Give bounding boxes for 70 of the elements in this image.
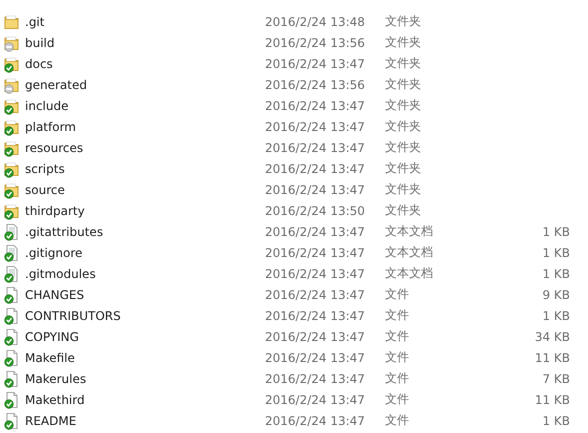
file-type: 文件夹 bbox=[385, 160, 422, 177]
modified-date: 2016/2/24 13:47 bbox=[265, 140, 366, 154]
file-type: 文件夹 bbox=[385, 118, 422, 135]
modified-date: 2016/2/24 13:47 bbox=[265, 162, 366, 176]
file-name[interactable]: include bbox=[25, 98, 265, 112]
file-type: 文件 bbox=[385, 391, 410, 408]
file-name[interactable]: .gitignore bbox=[25, 246, 265, 260]
file-name[interactable]: source bbox=[25, 182, 265, 196]
modified-date: 2016/2/24 13:47 bbox=[265, 350, 366, 364]
file-name[interactable]: COPYING bbox=[25, 330, 265, 344]
file-name[interactable]: .gitattributes bbox=[25, 224, 265, 238]
modified-date: 2016/2/24 13:47 bbox=[265, 224, 366, 238]
modified-date: 2016/2/24 13:47 bbox=[265, 120, 366, 134]
file-name[interactable]: scripts bbox=[25, 162, 265, 176]
file-name[interactable]: CONTRIBUTORS bbox=[25, 308, 265, 322]
file-type: 文本文档 bbox=[385, 244, 434, 261]
file-name[interactable]: README bbox=[25, 414, 265, 428]
file-type: 文件夹 bbox=[385, 181, 422, 198]
file-type: 文件夹 bbox=[385, 202, 422, 219]
file-size: 1 KB bbox=[542, 308, 570, 322]
modified-date: 2016/2/24 13:56 bbox=[265, 36, 366, 50]
file-name[interactable]: .gitmodules bbox=[25, 266, 265, 280]
modified-date: 2016/2/24 13:48 bbox=[265, 14, 366, 28]
file-name[interactable]: .git bbox=[25, 14, 265, 28]
modified-date: 2016/2/24 13:47 bbox=[265, 308, 366, 322]
file-name[interactable]: docs bbox=[25, 56, 265, 70]
file-size: 1 KB bbox=[542, 266, 570, 280]
modified-date: 2016/2/24 13:47 bbox=[265, 56, 366, 70]
modified-date: 2016/2/24 13:50 bbox=[265, 204, 366, 218]
modified-date: 2016/2/24 13:47 bbox=[265, 392, 366, 406]
file-type: 文件 bbox=[385, 307, 410, 324]
file-size: 34 KB bbox=[534, 330, 570, 344]
file-type: 文件夹 bbox=[385, 97, 422, 114]
modified-date: 2016/2/24 13:47 bbox=[265, 182, 366, 196]
file-type: 文件 bbox=[385, 328, 410, 345]
file-type: 文件 bbox=[385, 349, 410, 366]
file-type: 文件 bbox=[385, 286, 410, 303]
modified-date: 2016/2/24 13:47 bbox=[265, 288, 366, 302]
modified-date: 2016/2/24 13:56 bbox=[265, 78, 366, 92]
file-type: 文件夹 bbox=[385, 34, 422, 51]
file-size: 11 KB bbox=[534, 350, 570, 364]
modified-date: 2016/2/24 13:47 bbox=[265, 266, 366, 280]
file-type: 文本文档 bbox=[385, 223, 434, 240]
file-name[interactable]: Makethird bbox=[25, 392, 265, 406]
modified-date: 2016/2/24 13:47 bbox=[265, 330, 366, 344]
file-size: 9 KB bbox=[542, 288, 570, 302]
file-name[interactable]: platform bbox=[25, 120, 265, 134]
file-size: 11 KB bbox=[534, 392, 570, 406]
file-type: 文件夹 bbox=[385, 55, 422, 72]
file-type: 文件夹 bbox=[385, 139, 422, 156]
file-name[interactable]: CHANGES bbox=[25, 288, 265, 302]
file-type: 文件夹 bbox=[385, 13, 422, 30]
file-name[interactable]: Makefile bbox=[25, 350, 265, 364]
file-size: 1 KB bbox=[542, 246, 570, 260]
file-name[interactable]: Makerules bbox=[25, 372, 265, 386]
file-name[interactable]: generated bbox=[25, 78, 265, 92]
modified-date: 2016/2/24 13:47 bbox=[265, 246, 366, 260]
file-name[interactable]: thirdparty bbox=[25, 204, 265, 218]
file-name[interactable]: build bbox=[25, 36, 265, 50]
modified-date: 2016/2/24 13:47 bbox=[265, 372, 366, 386]
file-size: 7 KB bbox=[542, 372, 570, 386]
modified-date: 2016/2/24 13:47 bbox=[265, 414, 366, 428]
file-type: 文件夹 bbox=[385, 76, 422, 93]
file-type: 文本文档 bbox=[385, 265, 434, 282]
file-type: 文件 bbox=[385, 370, 410, 387]
file-size: 1 KB bbox=[542, 224, 570, 238]
file-size: 1 KB bbox=[542, 414, 570, 428]
file-name[interactable]: resources bbox=[25, 140, 265, 154]
file-type: 文件 bbox=[385, 412, 410, 429]
modified-date: 2016/2/24 13:47 bbox=[265, 98, 366, 112]
